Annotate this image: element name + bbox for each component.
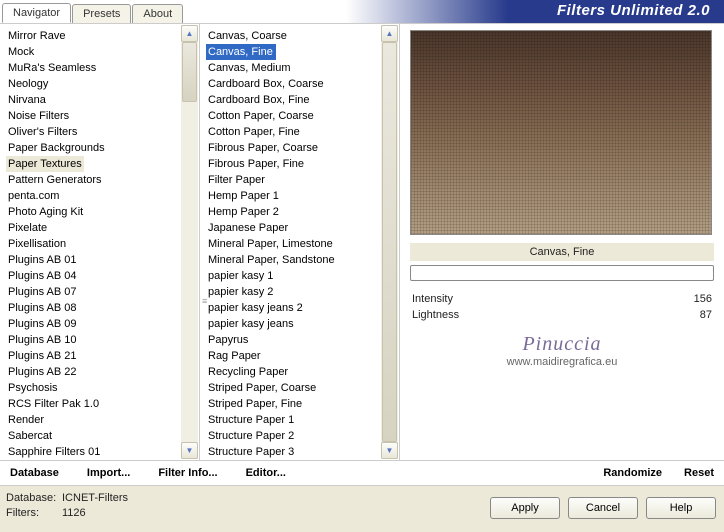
list-item[interactable]: Japanese Paper xyxy=(206,220,399,236)
param-lightness-label: Lightness xyxy=(412,309,459,321)
list-item[interactable]: papier kasy 1 xyxy=(206,268,399,284)
list-item[interactable]: RCS Filter Pak 1.0 xyxy=(6,396,199,412)
watermark-url: www.maidiregrafica.eu xyxy=(410,356,714,368)
db-value: ICNET-Filters xyxy=(62,492,128,504)
list-item[interactable]: papier kasy jeans 2 xyxy=(206,300,399,316)
tab-bar: Navigator Presets About xyxy=(0,0,184,23)
filters-count-value: 1126 xyxy=(62,507,86,519)
list-item[interactable]: Oliver's Filters xyxy=(6,124,199,140)
footer-info: Database:ICNET-Filters Filters:1126 xyxy=(6,491,128,521)
drag-marker-icon: ≡ xyxy=(202,300,207,303)
watermark: Pinuccia www.maidiregrafica.eu xyxy=(410,333,714,368)
list-item[interactable]: Rag Paper xyxy=(206,348,399,364)
list-item[interactable]: Cardboard Box, Coarse xyxy=(206,76,399,92)
list-item[interactable]: Plugins AB 01 xyxy=(6,252,199,268)
reset-button[interactable]: Reset xyxy=(684,467,714,479)
list-item[interactable]: Mineral Paper, Limestone xyxy=(206,236,399,252)
list-item[interactable]: Photo Aging Kit xyxy=(6,204,199,220)
tab-about[interactable]: About xyxy=(132,4,183,23)
param-lightness-value: 87 xyxy=(700,309,712,321)
list-item[interactable]: Plugins AB 08 xyxy=(6,300,199,316)
param-intensity-value: 156 xyxy=(694,293,712,305)
help-button[interactable]: Help xyxy=(646,497,716,519)
apply-button[interactable]: Apply xyxy=(490,497,560,519)
scroll-thumb[interactable] xyxy=(382,42,397,442)
list-item[interactable]: penta.com xyxy=(6,188,199,204)
list-item[interactable]: Mock xyxy=(6,44,199,60)
list-item[interactable]: Paper Backgrounds xyxy=(6,140,199,156)
list-item[interactable]: Structure Paper 3 xyxy=(206,444,399,460)
list-item[interactable]: Pixellisation xyxy=(6,236,199,252)
list-item[interactable]: Pixelate xyxy=(6,220,199,236)
tab-navigator[interactable]: Navigator xyxy=(2,3,71,23)
list-item[interactable]: Cotton Paper, Coarse xyxy=(206,108,399,124)
list-item[interactable]: Papyrus xyxy=(206,332,399,348)
list-item[interactable]: Sabercat xyxy=(6,428,199,444)
list-item[interactable]: Striped Paper, Fine xyxy=(206,396,399,412)
list-item[interactable]: Structure Paper 1 xyxy=(206,412,399,428)
list-item[interactable]: Structure Paper 2 xyxy=(206,428,399,444)
list-item[interactable]: Cotton Paper, Fine xyxy=(206,124,399,140)
list-item[interactable]: papier kasy jeans xyxy=(206,316,399,332)
list-item[interactable]: papier kasy 2 xyxy=(206,284,399,300)
randomize-button[interactable]: Randomize xyxy=(603,467,662,479)
list-item[interactable]: Canvas, Coarse xyxy=(206,28,399,44)
list-item[interactable]: Hemp Paper 1 xyxy=(206,188,399,204)
param-intensity-label: Intensity xyxy=(412,293,453,305)
scroll-down-icon[interactable]: ▼ xyxy=(381,442,398,459)
scroll-thumb[interactable] xyxy=(182,42,197,102)
tab-presets[interactable]: Presets xyxy=(72,4,131,23)
progress-bar xyxy=(410,265,714,281)
list-item[interactable]: Canvas, Medium xyxy=(206,60,399,76)
list-item[interactable]: Nirvana xyxy=(6,92,199,108)
watermark-name: Pinuccia xyxy=(410,333,714,356)
filter-list[interactable]: Canvas, CoarseCanvas, FineCanvas, Medium… xyxy=(200,24,399,460)
cancel-button[interactable]: Cancel xyxy=(568,497,638,519)
list-item[interactable]: Filter Paper xyxy=(206,172,399,188)
scroll-up-icon[interactable]: ▲ xyxy=(381,25,398,42)
category-list[interactable]: Mirror RaveMockMuRa's SeamlessNeologyNir… xyxy=(0,24,199,460)
scroll-down-icon[interactable]: ▼ xyxy=(181,442,198,459)
list-item[interactable]: Plugins AB 04 xyxy=(6,268,199,284)
list-item[interactable]: Pattern Generators xyxy=(6,172,199,188)
list-item[interactable]: Plugins AB 10 xyxy=(6,332,199,348)
db-label: Database: xyxy=(6,491,62,506)
list-item[interactable]: Sapphire Filters 01 xyxy=(6,444,199,460)
list-item[interactable]: Noise Filters xyxy=(6,108,199,124)
filter-scrollbar[interactable]: ▲ ▼ xyxy=(381,25,398,459)
list-item[interactable]: Mirror Rave xyxy=(6,28,199,44)
database-button[interactable]: Database xyxy=(10,467,59,479)
list-item[interactable]: Neology xyxy=(6,76,199,92)
selected-filter-label: Canvas, Fine xyxy=(410,243,714,261)
list-item[interactable]: Plugins AB 09 xyxy=(6,316,199,332)
filter-info-button[interactable]: Filter Info... xyxy=(158,467,217,479)
preview-canvas xyxy=(410,30,712,235)
list-item[interactable]: Mineral Paper, Sandstone xyxy=(206,252,399,268)
list-item[interactable]: Canvas, Fine xyxy=(206,44,276,60)
category-scrollbar[interactable]: ▲ ▼ xyxy=(181,25,198,459)
list-item[interactable]: Hemp Paper 2 xyxy=(206,204,399,220)
list-item[interactable]: Plugins AB 22 xyxy=(6,364,199,380)
list-item[interactable]: Fibrous Paper, Fine xyxy=(206,156,399,172)
list-item[interactable]: Psychosis xyxy=(6,380,199,396)
app-title: Filters Unlimited 2.0 xyxy=(184,0,724,23)
scroll-up-icon[interactable]: ▲ xyxy=(181,25,198,42)
editor-button[interactable]: Editor... xyxy=(246,467,286,479)
list-item[interactable]: Paper Textures xyxy=(6,156,84,172)
list-item[interactable]: Striped Paper, Coarse xyxy=(206,380,399,396)
list-item[interactable]: Fibrous Paper, Coarse xyxy=(206,140,399,156)
list-item[interactable]: Plugins AB 21 xyxy=(6,348,199,364)
list-item[interactable]: Plugins AB 07 xyxy=(6,284,199,300)
filters-count-label: Filters: xyxy=(6,506,62,521)
import-button[interactable]: Import... xyxy=(87,467,130,479)
list-item[interactable]: Recycling Paper xyxy=(206,364,399,380)
list-item[interactable]: Render xyxy=(6,412,199,428)
list-item[interactable]: Cardboard Box, Fine xyxy=(206,92,399,108)
list-item[interactable]: MuRa's Seamless xyxy=(6,60,199,76)
